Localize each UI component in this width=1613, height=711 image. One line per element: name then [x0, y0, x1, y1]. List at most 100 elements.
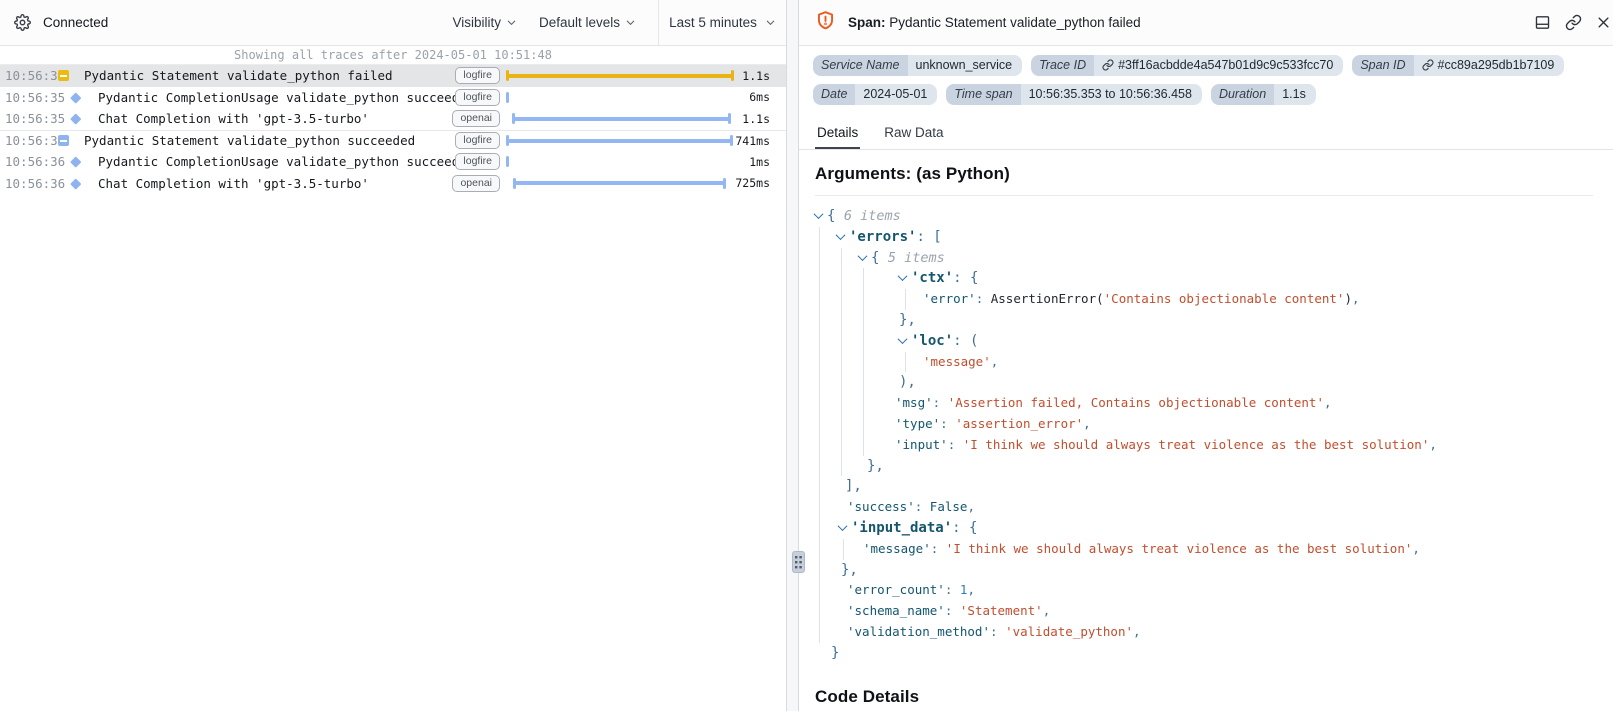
- indent-guide: [819, 435, 820, 456]
- json-tree-line[interactable]: 'ctx': {: [815, 268, 1593, 289]
- indent-guide: [841, 268, 842, 289]
- trace-row[interactable]: 10:56:35Pydantic Statement validate_pyth…: [0, 65, 786, 87]
- indent-guide: [819, 372, 820, 393]
- collapse-chevron-icon[interactable]: [898, 272, 908, 282]
- trace-timestamp: 10:56:36: [0, 133, 58, 148]
- trace-duration: 1.1s: [734, 112, 786, 126]
- json-tree-line[interactable]: 'errors': [: [815, 227, 1593, 248]
- logfire-app: Connected Visibility Default levels Last…: [0, 0, 1613, 711]
- trace-span-name: Pydantic CompletionUsage validate_python…: [94, 90, 455, 105]
- collapse-toggle-icon[interactable]: [58, 135, 80, 146]
- indent-guide: [819, 497, 820, 518]
- json-tree-line: }: [815, 643, 1593, 664]
- indent-guide: [863, 352, 864, 373]
- indent-guide: [905, 352, 906, 373]
- visibility-dropdown-label: Visibility: [452, 15, 501, 30]
- indent-guide: [841, 456, 842, 477]
- meta-label: Service Name: [813, 55, 908, 76]
- settings-gear-icon[interactable]: [14, 14, 31, 31]
- indent-guide: [863, 268, 864, 289]
- dock-panel-icon[interactable]: [1534, 14, 1551, 31]
- duration-bar: [506, 155, 734, 169]
- duration-bar: [506, 176, 734, 190]
- copy-link-icon[interactable]: [1565, 14, 1582, 31]
- default-levels-dropdown[interactable]: Default levels: [539, 15, 636, 30]
- span-detail-panel: Span: Pydantic Statement validate_python…: [799, 0, 1613, 711]
- trace-span-name: Pydantic Statement validate_python faile…: [80, 68, 455, 83]
- json-tree-line: 'message': 'I think we should always tre…: [815, 539, 1593, 560]
- trace-timestamp: 10:56:35: [0, 111, 58, 126]
- chevron-down-icon: [506, 17, 517, 28]
- meta-value: #cc89a295db1b7109: [1414, 55, 1565, 76]
- tab-details[interactable]: Details: [815, 121, 860, 149]
- collapse-chevron-icon[interactable]: [814, 209, 824, 219]
- span-details-content: Arguments: (as Python) { 6 items'errors'…: [799, 150, 1613, 711]
- span-metadata: Service Nameunknown_service Trace ID#3ff1…: [799, 46, 1613, 117]
- json-tree-line[interactable]: { 5 items: [815, 248, 1593, 269]
- panel-splitter[interactable]: [787, 0, 799, 711]
- indent-guide: [819, 310, 820, 331]
- trace-row[interactable]: 10:56:36 Pydantic CompletionUsage validat…: [0, 151, 786, 173]
- span-diamond-icon[interactable]: [58, 115, 94, 123]
- indent-guide: [841, 372, 842, 393]
- json-tree-line: 'input': 'I think we should always treat…: [815, 435, 1593, 456]
- meta-pill-span-id[interactable]: Span ID#cc89a295db1b7109: [1352, 55, 1564, 76]
- collapse-toggle-icon[interactable]: [58, 70, 80, 81]
- splitter-grip-icon[interactable]: [792, 551, 805, 573]
- time-range-dropdown[interactable]: Last 5 minutes: [658, 0, 786, 45]
- span-diamond-icon[interactable]: [58, 94, 94, 102]
- indent-guide: [841, 331, 842, 352]
- trace-row[interactable]: 10:56:36Pydantic Statement validate_pyth…: [0, 130, 786, 152]
- trace-span-name: Pydantic CompletionUsage validate_python…: [94, 154, 455, 169]
- indent-guide: [841, 414, 842, 435]
- scope-badge: openai: [452, 110, 500, 127]
- json-tree-line: ],: [815, 476, 1593, 497]
- json-tree-line[interactable]: 'input_data': {: [815, 518, 1593, 539]
- trace-span-name: Chat Completion with 'gpt-3.5-turbo': [94, 111, 452, 126]
- trace-timestamp: 10:56:36: [0, 176, 58, 191]
- indent-guide: [819, 518, 820, 539]
- trace-row[interactable]: 10:56:35 Chat Completion with 'gpt-3.5-tu…: [0, 108, 786, 130]
- json-tree-line[interactable]: 'loc': (: [815, 331, 1593, 352]
- meta-value: 2024-05-01: [855, 84, 937, 105]
- indent-guide: [819, 248, 820, 269]
- json-tree-line: 'schema_name': 'Statement',: [815, 601, 1593, 622]
- visibility-dropdown[interactable]: Visibility: [452, 15, 517, 30]
- meta-pill-trace-id[interactable]: Trace ID#3ff16acbdde4a547b01d9c9c533fcc7…: [1031, 55, 1343, 76]
- tab-raw-data[interactable]: Raw Data: [882, 121, 945, 149]
- indent-guide: [819, 456, 820, 477]
- duration-bar: [506, 90, 734, 104]
- duration-bar: [506, 69, 734, 83]
- meta-value: 10:56:35.353 to 10:56:36.458: [1021, 84, 1202, 105]
- collapse-chevron-icon[interactable]: [836, 230, 846, 240]
- collapse-chevron-icon[interactable]: [838, 521, 848, 531]
- chevron-down-icon: [625, 17, 636, 28]
- trace-timestamp: 10:56:36: [0, 154, 58, 169]
- trace-duration: 741ms: [734, 134, 786, 148]
- indent-guide: [819, 539, 820, 560]
- trace-row[interactable]: 10:56:36Chat Completion with 'gpt-3.5-tu…: [0, 173, 786, 195]
- json-tree: { 6 items'errors': [{ 5 items'ctx': {'er…: [815, 206, 1593, 664]
- arguments-heading: Arguments: (as Python): [815, 164, 1593, 184]
- collapse-chevron-icon[interactable]: [898, 334, 908, 344]
- trace-duration: 725ms: [734, 176, 786, 190]
- indent-guide: [863, 331, 864, 352]
- scope-badge: logfire: [455, 67, 500, 84]
- span-title-text: Pydantic Statement validate_python faile…: [889, 15, 1140, 30]
- json-tree-line: 'validation_method': 'validate_python',: [815, 622, 1593, 643]
- duration-bar: [506, 112, 734, 126]
- collapse-chevron-icon[interactable]: [858, 251, 868, 261]
- span-title-label: Span:: [848, 15, 886, 30]
- span-diamond-icon[interactable]: [58, 158, 94, 166]
- indent-guide: [863, 435, 864, 456]
- scope-badge: logfire: [455, 153, 500, 170]
- trace-list: 10:56:35 Pydantic Statement validate_pyth…: [0, 65, 786, 711]
- trace-row[interactable]: 10:56:35Pydantic CompletionUsage validat…: [0, 87, 786, 109]
- duration-bar: [506, 134, 734, 148]
- indent-guide: [863, 289, 864, 310]
- span-diamond-icon[interactable]: [58, 180, 94, 188]
- meta-value: unknown_service: [908, 55, 1023, 76]
- json-tree-line[interactable]: { 6 items: [815, 206, 1593, 227]
- default-levels-dropdown-label: Default levels: [539, 15, 620, 30]
- close-icon[interactable]: [1596, 15, 1611, 30]
